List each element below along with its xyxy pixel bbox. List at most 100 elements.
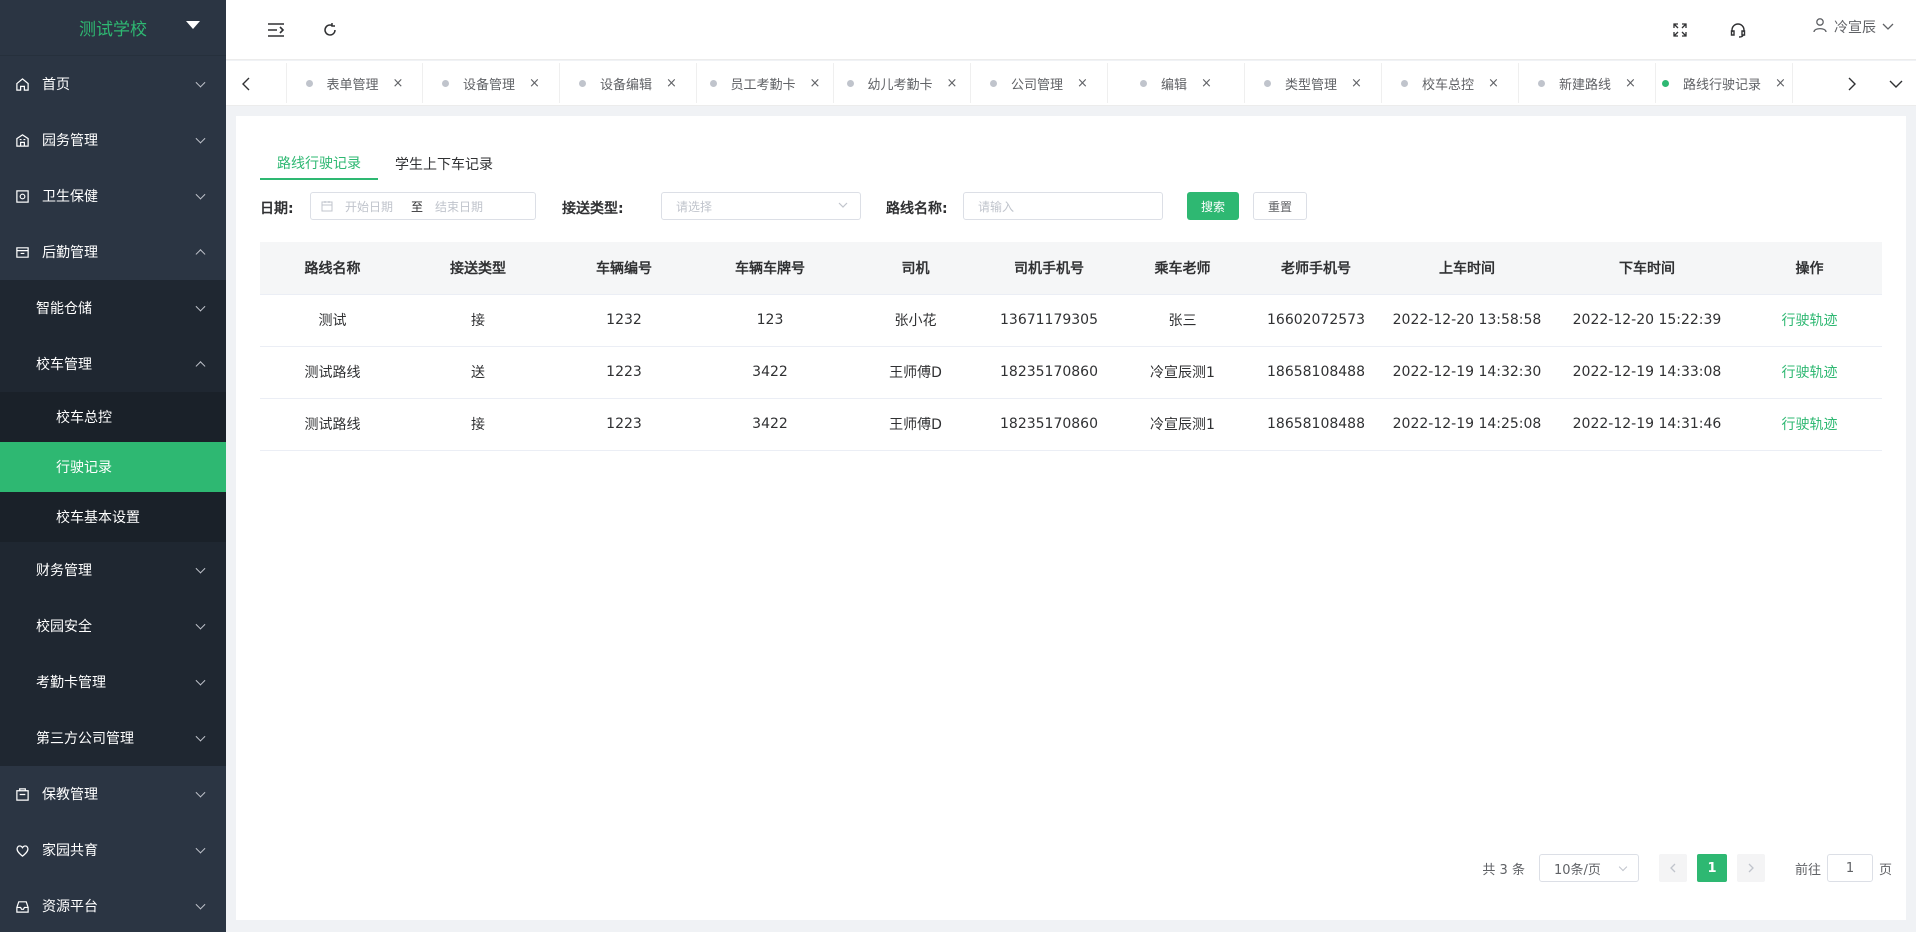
fullscreen-icon[interactable] bbox=[1668, 18, 1692, 42]
tab-item[interactable]: 公司管理 × bbox=[971, 63, 1108, 103]
close-icon[interactable]: × bbox=[1775, 76, 1786, 91]
prev-page-button[interactable] bbox=[1658, 854, 1687, 882]
tab-item[interactable]: 设备管理 × bbox=[423, 63, 560, 103]
tab-scroll-right-icon[interactable] bbox=[1832, 61, 1872, 106]
table-cell: 送 bbox=[405, 346, 551, 399]
sidebar-item-home[interactable]: 首页 bbox=[0, 56, 226, 112]
tab-item[interactable]: 设备编辑 × bbox=[560, 63, 697, 103]
refresh-icon[interactable] bbox=[318, 18, 342, 42]
logistics-submenu: 智能仓储 校车管理 校车总控 行驶记录 校车基本设置 财务管理 校园安全 考勤卡… bbox=[0, 280, 226, 766]
tab-item[interactable]: 新建路线 × bbox=[1519, 63, 1656, 103]
tab-status-dot bbox=[579, 79, 587, 87]
calendar-icon bbox=[321, 200, 333, 212]
close-icon[interactable]: × bbox=[1625, 76, 1636, 91]
sidebar-item-logistics[interactable]: 后勤管理 bbox=[0, 224, 226, 280]
tab-item[interactable]: 员工考勤卡 × bbox=[697, 63, 834, 103]
sidebar-item-teaching[interactable]: 保教管理 bbox=[0, 766, 226, 822]
page-unit-label: 页 bbox=[1878, 862, 1892, 878]
column-header: 车辆车牌号 bbox=[697, 242, 843, 295]
column-header: 上车时间 bbox=[1377, 242, 1557, 295]
tab-route-record[interactable]: 路线行驶记录 bbox=[260, 148, 378, 180]
sidebar-item-drive-record[interactable]: 行驶记录 bbox=[0, 442, 226, 492]
sidebar-item-label: 考勤卡管理 bbox=[36, 675, 106, 691]
table-cell: 2022-12-20 13:58:58 bbox=[1377, 294, 1557, 347]
sidebar-item-bus-mgmt[interactable]: 校车管理 bbox=[0, 336, 226, 392]
start-date-placeholder: 开始日期 bbox=[345, 199, 394, 214]
logo-area[interactable]: 测试学校 bbox=[0, 0, 226, 56]
tab-item[interactable]: 校车总控 × bbox=[1382, 63, 1519, 103]
type-select-placeholder: 请选择 bbox=[676, 199, 713, 214]
table-cell: 3422 bbox=[697, 346, 843, 399]
chevron-down-icon bbox=[195, 787, 206, 798]
tab-label: 新建路线 bbox=[1559, 77, 1612, 93]
table-cell: 王师傅D bbox=[843, 398, 988, 451]
date-range-picker[interactable]: 开始日期 至 结束日期 bbox=[310, 192, 536, 220]
table-row: 测试路线送 1223 3422 王师傅D 18235170860 冷宣辰测1 1865810… bbox=[260, 346, 1882, 399]
collapse-menu-icon[interactable] bbox=[264, 18, 288, 42]
close-icon[interactable]: × bbox=[1077, 76, 1088, 91]
goto-page-input[interactable]: 1 bbox=[1826, 854, 1873, 882]
track-link[interactable]: 行驶轨迹 bbox=[1737, 346, 1882, 399]
headset-icon[interactable] bbox=[1726, 18, 1750, 42]
table-cell: 测试路线 bbox=[260, 398, 405, 451]
tab-item[interactable]: 编辑 × bbox=[1108, 63, 1245, 103]
table-cell: 3422 bbox=[697, 398, 843, 451]
drive-record-table: 路线名称 接送类型 车辆编号 车辆车牌号 司机 司机手机号 乘车老师 老师手机号 上车时间 下车时… bbox=[260, 242, 1882, 451]
route-name-input[interactable]: 请输入 bbox=[963, 192, 1163, 220]
record-tabs: 路线行驶记录 学生上下车记录 bbox=[260, 148, 510, 180]
close-icon[interactable]: × bbox=[666, 76, 677, 91]
caret-down-icon[interactable] bbox=[186, 21, 200, 29]
tab-item[interactable]: 表单管理 × bbox=[286, 63, 423, 103]
tab-status-dot bbox=[1538, 79, 1546, 87]
tab-student-record[interactable]: 学生上下车记录 bbox=[378, 148, 510, 180]
track-link[interactable]: 行驶轨迹 bbox=[1737, 398, 1882, 451]
close-icon[interactable]: × bbox=[1351, 76, 1362, 91]
tab-item[interactable]: 路线行驶记录 × bbox=[1656, 63, 1793, 103]
tab-label: 公司管理 bbox=[1011, 77, 1064, 93]
close-icon[interactable]: × bbox=[947, 76, 958, 91]
sidebar-item-safety[interactable]: 校园安全 bbox=[0, 598, 226, 654]
search-button[interactable]: 搜索 bbox=[1187, 192, 1240, 220]
tab-scroll-left-icon[interactable] bbox=[226, 61, 266, 106]
type-select[interactable]: 请选择 bbox=[661, 192, 861, 220]
sidebar-item-attendance[interactable]: 考勤卡管理 bbox=[0, 654, 226, 710]
sidebar-item-health[interactable]: 卫生保健 bbox=[0, 168, 226, 224]
user-menu[interactable]: 冷宣辰 bbox=[1812, 17, 1894, 37]
sidebar-item-third-party[interactable]: 第三方公司管理 bbox=[0, 710, 226, 766]
sidebar-item-label: 第三方公司管理 bbox=[36, 731, 134, 747]
close-icon[interactable]: × bbox=[393, 76, 404, 91]
chevron-down-icon bbox=[1882, 19, 1894, 35]
date-label: 日期: bbox=[260, 201, 294, 217]
sidebar-item-campus[interactable]: 园务管理 bbox=[0, 112, 226, 168]
next-page-button[interactable] bbox=[1736, 854, 1765, 882]
table-cell: 13671179305 bbox=[988, 294, 1110, 347]
track-link[interactable]: 行驶轨迹 bbox=[1737, 294, 1882, 347]
sidebar-item-smart-storage[interactable]: 智能仓储 bbox=[0, 280, 226, 336]
table-body: 测试接 1232 123 张小花 13671179305 张三 16602072573 202… bbox=[260, 294, 1882, 451]
close-icon[interactable]: × bbox=[1201, 76, 1212, 91]
tab-dropdown-icon[interactable] bbox=[1876, 61, 1916, 106]
reset-button[interactable]: 重置 bbox=[1253, 192, 1308, 220]
tab-label: 员工考勤卡 bbox=[730, 77, 796, 93]
chevron-down-icon bbox=[195, 619, 206, 630]
table-cell: 接 bbox=[405, 398, 551, 451]
school-name: 测试学校 bbox=[79, 20, 147, 40]
column-header: 操作 bbox=[1737, 242, 1882, 295]
column-header: 老师手机号 bbox=[1255, 242, 1377, 295]
chevron-down-icon bbox=[195, 77, 206, 88]
sidebar-item-resources[interactable]: 资源平台 bbox=[0, 878, 226, 932]
tab-item[interactable]: 类型管理 × bbox=[1245, 63, 1382, 103]
close-icon[interactable]: × bbox=[1488, 76, 1499, 91]
sidebar-item-label: 后勤管理 bbox=[42, 245, 98, 261]
close-icon[interactable]: × bbox=[529, 76, 540, 91]
tab-item[interactable]: 幼儿考勤卡 × bbox=[834, 63, 971, 103]
sidebar-item-bus-control[interactable]: 校车总控 bbox=[0, 392, 226, 442]
page-number-current[interactable]: 1 bbox=[1696, 854, 1727, 882]
page-size-select[interactable]: 10条/页 bbox=[1538, 854, 1639, 882]
table-cell: 测试路线 bbox=[260, 346, 405, 399]
sidebar-item-finance[interactable]: 财务管理 bbox=[0, 542, 226, 598]
close-icon[interactable]: × bbox=[810, 76, 821, 91]
home-icon bbox=[14, 76, 30, 92]
sidebar-item-bus-settings[interactable]: 校车基本设置 bbox=[0, 492, 226, 542]
sidebar-item-home-school[interactable]: 家园共育 bbox=[0, 822, 226, 878]
